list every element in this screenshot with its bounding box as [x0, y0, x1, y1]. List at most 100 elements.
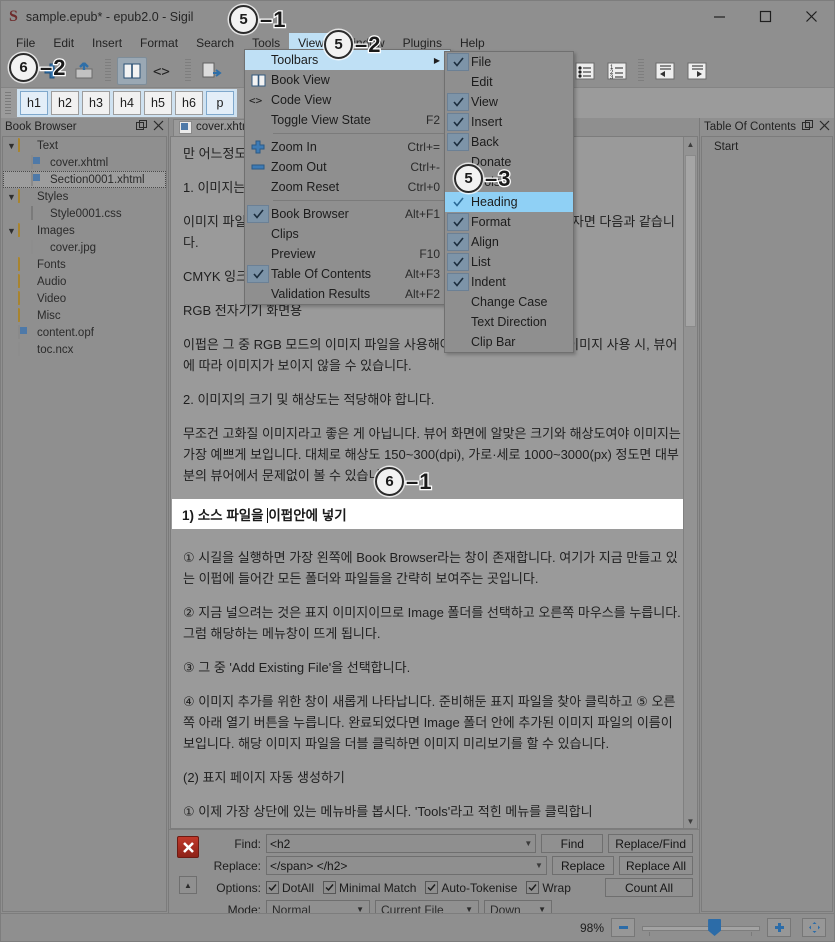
menu-item-validation-results[interactable]: Validation Results Alt+F2 [245, 284, 450, 304]
submenu-item-change-case[interactable]: Change Case [445, 292, 573, 312]
menu-search[interactable]: Search [187, 33, 243, 54]
submenu-item-heading[interactable]: Heading [445, 192, 573, 212]
menu-item-zoom-in[interactable]: Zoom In Ctrl+= [245, 137, 450, 157]
chevron-down-icon[interactable]: ▼ [5, 226, 18, 236]
menu-item-zoom-reset[interactable]: Zoom Reset Ctrl+0 [245, 177, 450, 197]
tree-item-images[interactable]: ▼ Images [3, 222, 166, 239]
find-replace-collapse-button[interactable]: ▲ [179, 876, 197, 894]
checkbox-icon[interactable] [323, 880, 337, 894]
menu-item-code-view[interactable]: <> Code View [245, 90, 450, 110]
scroll-up-icon[interactable]: ▲ [684, 137, 697, 151]
indent-icon[interactable] [682, 57, 712, 85]
outdent-icon[interactable] [650, 57, 680, 85]
tree-item-audio[interactable]: Audio [3, 273, 166, 290]
chevron-down-icon[interactable]: ▼ [5, 192, 18, 202]
submenu-item-file[interactable]: File [445, 52, 573, 72]
count-all-button[interactable]: Count All [605, 878, 693, 897]
expand-icon[interactable] [802, 918, 826, 937]
toc-entry-start[interactable]: Start [702, 140, 832, 154]
heading-h1-button[interactable]: h1 [20, 91, 48, 115]
submenu-item-text-direction[interactable]: Text Direction [445, 312, 573, 332]
tree-item-styles[interactable]: ▼ Styles [3, 188, 166, 205]
submenu-item-back[interactable]: Back [445, 132, 573, 152]
replace-find-button[interactable]: Replace/Find [608, 834, 693, 853]
menu-item-toggle-view-state[interactable]: Toggle View State F2 [245, 110, 450, 130]
find-input[interactable]: <h2 ▼ [266, 834, 537, 853]
tree-item-cover-jpg[interactable]: cover.jpg [3, 239, 166, 256]
scroll-down-icon[interactable]: ▼ [684, 814, 697, 828]
editor-heading-line[interactable]: 1) 소스 파일을 이펍안에 넣기 [172, 499, 696, 529]
submenu-item-view[interactable]: View [445, 92, 573, 112]
submenu-item-clip-bar[interactable]: Clip Bar [445, 332, 573, 352]
editor-text-lower[interactable]: ① 시길을 실행하면 가장 왼쪽에 Book Browser라는 창이 존재합니… [171, 541, 697, 822]
chevron-down-icon[interactable]: ▼ [524, 839, 532, 848]
checkbox-icon[interactable] [526, 880, 540, 894]
close-icon[interactable] [153, 120, 164, 134]
close-icon[interactable] [788, 1, 834, 32]
menu-item-book-browser[interactable]: Book Browser Alt+F1 [245, 204, 450, 224]
zoom-in-icon[interactable] [767, 918, 791, 937]
numbered-list-icon[interactable]: 123 [602, 57, 632, 85]
tree-item-cover-xhtml[interactable]: cover.xhtml [3, 154, 166, 171]
replace-all-button[interactable]: Replace All [618, 856, 693, 875]
tree-item-content-opf[interactable]: content.opf [3, 324, 166, 341]
menu-item-book-view[interactable]: Book View [245, 70, 450, 90]
heading-h6-button[interactable]: h6 [175, 91, 203, 115]
find-button[interactable]: Find [541, 834, 604, 853]
heading-h5-button[interactable]: h5 [144, 91, 172, 115]
option-auto-tokenise[interactable]: Auto-Tokenise [425, 880, 517, 895]
tree-item-toc-ncx[interactable]: toc.ncx [3, 341, 166, 358]
tree-item-video[interactable]: Video [3, 290, 166, 307]
option-dotall[interactable]: DotAll [266, 880, 314, 895]
maximize-icon[interactable] [742, 1, 788, 32]
slider-handle[interactable] [708, 919, 722, 936]
menu-item-preview[interactable]: Preview F10 [245, 244, 450, 264]
code-view-icon[interactable]: <> [149, 57, 179, 85]
checkbox-icon[interactable] [425, 880, 439, 894]
toolbar-grip[interactable] [5, 92, 11, 114]
tree-item-fonts[interactable]: Fonts [3, 256, 166, 273]
replace-button[interactable]: Replace [551, 856, 614, 875]
view-menu-popup[interactable]: Toolbars ▶ Book View <> Code View Toggle… [244, 49, 451, 305]
option-minimal-match[interactable]: Minimal Match [323, 880, 416, 895]
float-icon[interactable] [136, 120, 147, 134]
chevron-down-icon[interactable]: ▼ [535, 861, 543, 870]
book-view-icon[interactable] [117, 56, 147, 85]
close-icon[interactable] [819, 120, 830, 134]
checkbox-icon[interactable] [266, 880, 279, 894]
editor-vertical-scrollbar[interactable]: ▲ ▼ [683, 137, 697, 828]
scrollbar-thumb[interactable] [685, 155, 696, 327]
bullet-list-icon[interactable] [570, 57, 600, 85]
heading-p-button[interactable]: p [206, 91, 234, 115]
tree-item-misc[interactable]: Misc [3, 307, 166, 324]
zoom-slider[interactable] [642, 919, 760, 936]
menu-item-zoom-out[interactable]: Zoom Out Ctrl+- [245, 157, 450, 177]
toc-list[interactable]: Start [701, 136, 833, 912]
zoom-out-icon[interactable] [611, 918, 635, 937]
menu-edit[interactable]: Edit [44, 33, 83, 54]
heading-h2-button[interactable]: h2 [51, 91, 79, 115]
find-replace-close-button[interactable] [177, 836, 199, 858]
tree-item-style0001-css[interactable]: Style0001.css [3, 205, 166, 222]
submenu-item-align[interactable]: Align [445, 232, 573, 252]
book-browser-tree[interactable]: ▼ Text cover.xhtml Section0001.xhtml ▼ S… [2, 136, 167, 912]
heading-h3-button[interactable]: h3 [82, 91, 110, 115]
minimize-icon[interactable] [696, 1, 742, 32]
float-icon[interactable] [802, 120, 813, 134]
submenu-item-list[interactable]: List [445, 252, 573, 272]
heading-h4-button[interactable]: h4 [113, 91, 141, 115]
menu-format[interactable]: Format [131, 33, 187, 54]
menu-insert[interactable]: Insert [83, 33, 131, 54]
replace-input[interactable]: </span> </h2> ▼ [266, 856, 547, 875]
menu-file[interactable]: File [7, 33, 44, 54]
submenu-item-format[interactable]: Format [445, 212, 573, 232]
submenu-item-insert[interactable]: Insert [445, 112, 573, 132]
submenu-item-edit[interactable]: Edit [445, 72, 573, 92]
chevron-down-icon[interactable]: ▼ [5, 141, 18, 151]
tree-item-text[interactable]: ▼ Text [3, 137, 166, 154]
save-icon[interactable] [69, 57, 99, 85]
split-file-icon[interactable] [197, 57, 227, 85]
menu-item-table-of-contents[interactable]: Table Of Contents Alt+F3 [245, 264, 450, 284]
submenu-item-indent[interactable]: Indent [445, 272, 573, 292]
toolbars-submenu-popup[interactable]: File Edit View Insert Back Donate Tools [444, 51, 574, 353]
